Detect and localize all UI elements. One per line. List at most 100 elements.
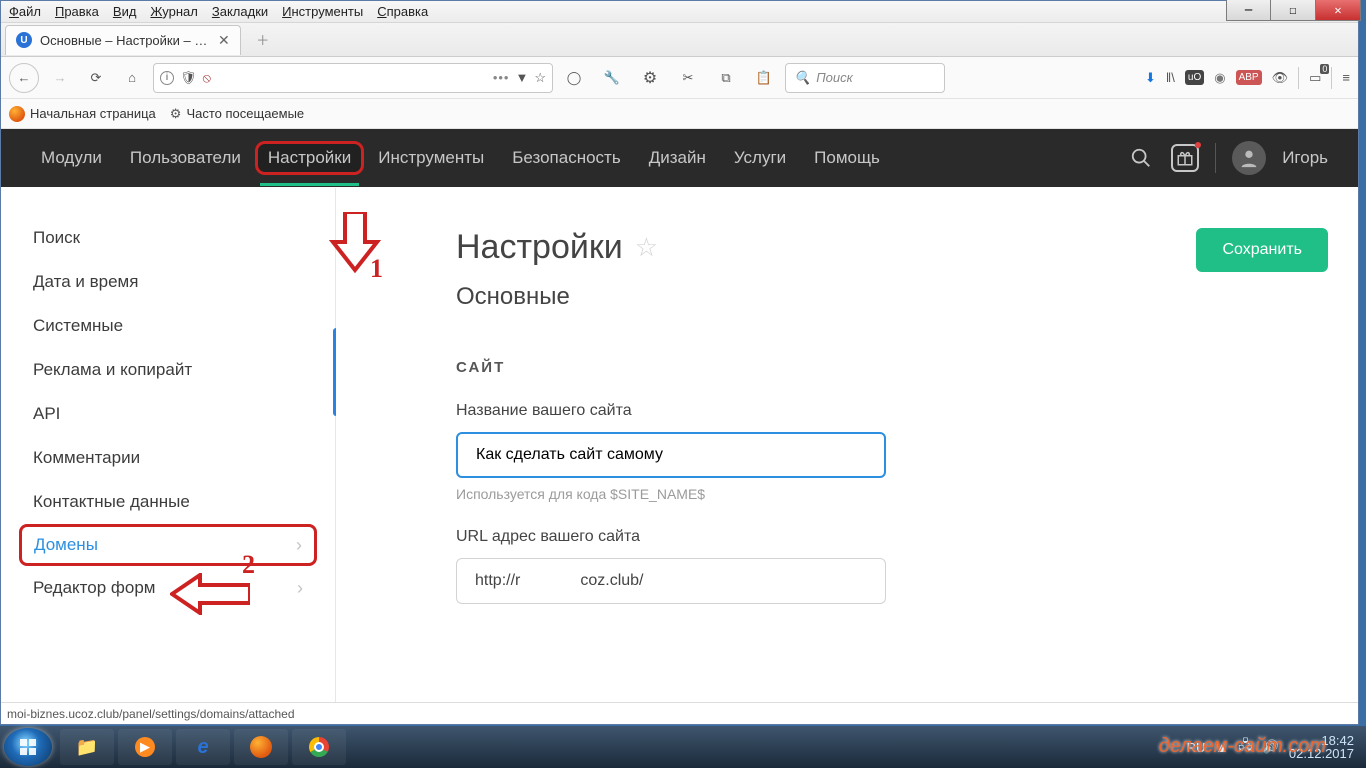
library-icon[interactable]: ǁ\ <box>1166 70 1175 85</box>
menu-help[interactable]: Справка <box>377 4 428 19</box>
status-text: moi-biznes.ucoz.club/panel/settings/doma… <box>7 707 295 721</box>
new-tab-button[interactable]: ＋ <box>249 28 277 52</box>
star-icon[interactable]: ☆ <box>534 70 546 86</box>
sidebar-item-label: API <box>33 404 60 424</box>
bookmark-home[interactable]: Начальная страница <box>9 106 156 122</box>
ublock-icon[interactable]: uO <box>1185 70 1204 85</box>
section-site: САЙТ <box>456 359 1338 376</box>
ucoz-nav-дизайн[interactable]: Дизайн <box>635 129 720 187</box>
hamburger-menu-icon[interactable]: ≡ <box>1342 70 1350 85</box>
site-name-input[interactable] <box>456 432 886 478</box>
ucoz-nav: МодулиПользователиНастройкиИнструментыБе… <box>1 129 1358 187</box>
tab-strip: U Основные – Настройки – moi… ✕ ＋ <box>1 23 1358 57</box>
menu-history[interactable]: Журнал <box>150 4 197 19</box>
notification-dot-icon <box>1195 142 1201 148</box>
site-name-field[interactable] <box>476 446 866 464</box>
browser-tab[interactable]: U Основные – Настройки – moi… ✕ <box>5 25 241 55</box>
minimize-button[interactable]: ─ <box>1226 0 1271 21</box>
sidebar-item-label: Поиск <box>33 228 80 248</box>
sidebar-item-label: Реклама и копирайт <box>33 360 192 380</box>
sidebar-item-label: Дата и время <box>33 272 138 292</box>
ucoz-nav-безопасность[interactable]: Безопасность <box>498 129 634 187</box>
adblock-icon[interactable]: ABP <box>1236 70 1262 85</box>
chevron-right-icon: › <box>297 578 303 599</box>
wrench-icon[interactable]: 🔧 <box>597 63 627 93</box>
taskbar-mediaplayer[interactable]: ▶ <box>118 729 172 765</box>
main-scroll[interactable]: Сохранить Настройки ☆ Основные САЙТ Назв… <box>336 188 1358 702</box>
menu-bookmarks[interactable]: Закладки <box>212 4 268 19</box>
avatar-icon[interactable] <box>1232 141 1266 175</box>
start-button[interactable] <box>4 728 52 766</box>
menu-tools[interactable]: Инструменты <box>282 4 363 19</box>
close-button[interactable]: ✕ <box>1316 0 1361 21</box>
paste-icon[interactable]: 📋 <box>749 63 779 93</box>
bolt-icon[interactable]: ⚙ <box>635 63 665 93</box>
browser-window: ─ ☐ ✕ Файл Правка Вид Журнал Закладки Ин… <box>0 0 1359 725</box>
ucoz-nav-услуги[interactable]: Услуги <box>720 129 800 187</box>
info-icon[interactable]: i <box>160 71 174 85</box>
sidebar-item-редактор-форм[interactable]: Редактор форм › <box>1 566 335 610</box>
site-name-label: Название вашего сайта <box>456 402 1338 420</box>
home-button[interactable]: ⌂ <box>117 63 147 93</box>
url-ellipsis: ••• <box>217 70 509 85</box>
tab-title: Основные – Настройки – moi… <box>40 33 210 48</box>
maximize-button[interactable]: ☐ <box>1271 0 1316 21</box>
sidebar-item-label: Редактор форм <box>33 578 156 598</box>
shield-block-icon[interactable]: 🛡 <box>180 70 197 86</box>
ucoz-search-icon[interactable] <box>1127 144 1155 172</box>
sidebar-item-api[interactable]: API <box>1 392 335 436</box>
sidebar-item-дата-и-время[interactable]: Дата и время <box>1 260 335 304</box>
url-bar[interactable]: i 🛡 ⦸ ••• ▼ ☆ <box>153 63 553 93</box>
bookmark-most-visited[interactable]: ⚙ Часто посещаемые <box>170 106 304 122</box>
taskbar-ie[interactable]: e <box>176 729 230 765</box>
scissors-icon[interactable]: ✂ <box>673 63 703 93</box>
sidebar-item-контактные-данные[interactable]: Контактные данные <box>1 480 335 524</box>
menu-file[interactable]: Файл <box>9 4 41 19</box>
taskbar-chrome[interactable] <box>292 729 346 765</box>
taskbar-explorer[interactable]: 📁 <box>60 729 114 765</box>
addon-icon[interactable]: 👁 <box>1272 70 1289 86</box>
sidebar-item-комментарии[interactable]: Комментарии <box>1 436 335 480</box>
site-url-display: http://r coz.club/ <box>456 558 886 604</box>
toolbar-utilities: ◯ 🔧 ⚙ ✂ ⧉ 📋 <box>559 63 779 93</box>
sidebar-item-label: Комментарии <box>33 448 140 468</box>
sidebar-item-реклама-и-копирайт[interactable]: Реклама и копирайт <box>1 348 335 392</box>
ucoz-nav-separator <box>1215 143 1216 173</box>
privacy-shield-icon[interactable]: ◉ <box>1214 70 1225 86</box>
ucoz-nav-модули[interactable]: Модули <box>27 129 116 187</box>
downloads-icon[interactable]: ⬇ <box>1145 70 1156 86</box>
bookmarks-toolbar: Начальная страница ⚙ Часто посещаемые <box>1 99 1358 129</box>
ucoz-nav-настройки[interactable]: Настройки <box>255 141 364 175</box>
sidebar-item-домены[interactable]: Домены› <box>19 524 317 566</box>
menu-view[interactable]: Вид <box>113 4 137 19</box>
reload-button[interactable]: ⟳ <box>81 63 111 93</box>
ucoz-gift-icon[interactable] <box>1171 144 1199 172</box>
sidebar-item-поиск[interactable]: Поиск <box>1 216 335 260</box>
sidebar-item-label: Домены <box>34 535 98 555</box>
taskbar-firefox[interactable] <box>234 729 288 765</box>
username-label[interactable]: Игорь <box>1282 148 1328 168</box>
search-box[interactable]: 🔍 Поиск <box>785 63 945 93</box>
page-title-text: Настройки <box>456 228 623 267</box>
tab-close-icon[interactable]: ✕ <box>218 32 230 49</box>
ucoz-nav-инструменты[interactable]: Инструменты <box>364 129 498 187</box>
save-button[interactable]: Сохранить <box>1196 228 1328 272</box>
favorite-star-icon[interactable]: ☆ <box>635 232 658 263</box>
pocket-icon[interactable]: ▼ <box>515 70 528 85</box>
bookmark-label: Часто посещаемые <box>186 106 304 121</box>
ucoz-nav-right: Игорь <box>1127 129 1328 187</box>
watermark-text: делаем-сайт.com <box>1159 735 1326 758</box>
power-icon[interactable]: ◯ <box>559 63 589 93</box>
ucoz-nav-помощь[interactable]: Помощь <box>800 129 894 187</box>
menu-edit[interactable]: Правка <box>55 4 99 19</box>
toolbar-right: ⬇ ǁ\ uO ◉ ABP 👁 ▭0 ≡ <box>1145 67 1350 89</box>
sidebar-item-label: Контактные данные <box>33 492 190 512</box>
tracking-off-icon[interactable]: ⦸ <box>203 70 211 86</box>
search-icon: 🔍 <box>794 70 810 86</box>
sidebar-toggle-icon[interactable]: ▭0 <box>1309 70 1321 86</box>
ucoz-nav-пользователи[interactable]: Пользователи <box>116 129 255 187</box>
forward-button[interactable]: → <box>45 63 75 93</box>
sidebar-item-системные[interactable]: Системные <box>1 304 335 348</box>
copy-icon[interactable]: ⧉ <box>711 63 741 93</box>
back-button[interactable]: ← <box>9 63 39 93</box>
